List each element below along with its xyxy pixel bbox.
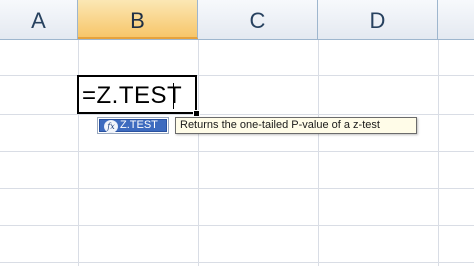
column-header-partial[interactable] bbox=[438, 0, 474, 39]
column-header-d[interactable]: D bbox=[318, 0, 438, 39]
tooltip-text: Returns the one-tailed P-value of a z-te… bbox=[180, 119, 380, 131]
formula-autocomplete-list[interactable]: fx Z.TEST bbox=[97, 117, 169, 134]
column-header-b[interactable]: B bbox=[78, 0, 198, 39]
autocomplete-item-z-test[interactable]: fx Z.TEST bbox=[99, 119, 167, 133]
grid-line bbox=[0, 188, 474, 189]
autocomplete-item-label: Z.TEST bbox=[120, 119, 158, 131]
spreadsheet-grid[interactable]: A B C D =Z.TEST fx Z.TEST Returns the on… bbox=[0, 0, 474, 266]
grid-line bbox=[318, 40, 319, 266]
column-header-c[interactable]: C bbox=[198, 0, 318, 39]
grid-line bbox=[0, 262, 474, 263]
grid-line bbox=[0, 151, 474, 152]
function-tooltip: Returns the one-tailed P-value of a z-te… bbox=[175, 117, 417, 134]
grid-line bbox=[0, 114, 474, 115]
function-icon: fx bbox=[104, 120, 118, 133]
fill-handle[interactable] bbox=[193, 110, 200, 117]
column-header-row: A B C D bbox=[0, 0, 474, 40]
column-header-a[interactable]: A bbox=[0, 0, 78, 39]
grid-line bbox=[198, 40, 199, 266]
grid-line bbox=[438, 40, 439, 266]
grid-line bbox=[0, 225, 474, 226]
cell-formula-text[interactable]: =Z.TEST bbox=[82, 79, 182, 112]
active-cell-b3[interactable]: =Z.TEST bbox=[77, 75, 197, 114]
grid-line bbox=[78, 40, 79, 266]
text-cursor bbox=[173, 83, 174, 109]
grid-line bbox=[0, 75, 474, 76]
